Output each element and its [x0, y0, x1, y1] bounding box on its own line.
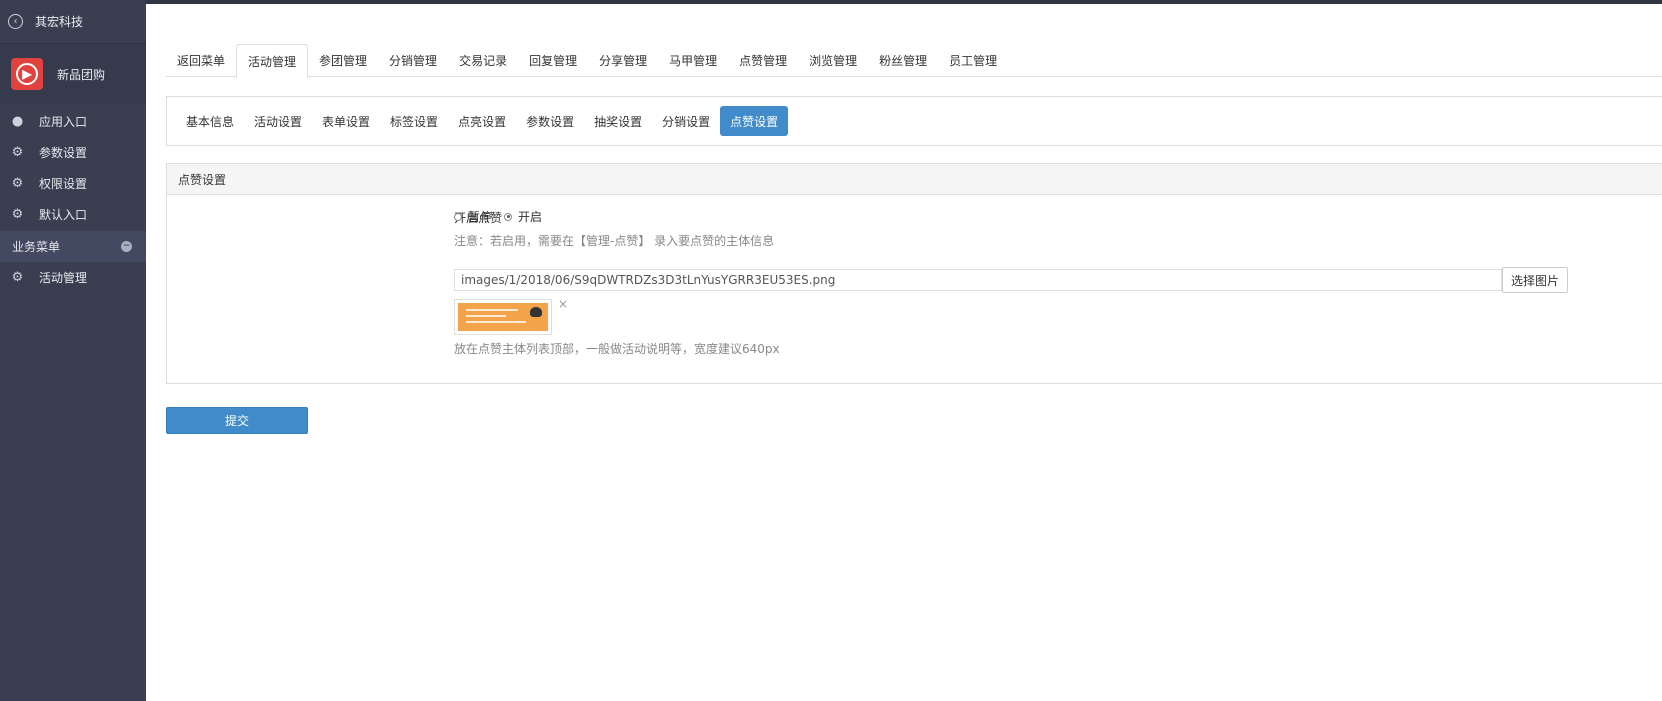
gear-icon: ⚙ [11, 145, 24, 160]
radio-enable[interactable] [504, 212, 513, 221]
like-settings-panel: 点赞设置 开启点赞 暂停 开启 注意：若启用，需要在【管理-点赞】 录入要点赞的… [166, 163, 1662, 384]
tab-back-menu[interactable]: 返回菜单 [166, 44, 236, 77]
tab-distribution-manage[interactable]: 分销管理 [378, 44, 448, 77]
sidebar-item-permissions[interactable]: ⚙ 权限设置 [0, 168, 146, 199]
sidebar-item-activity[interactable]: ⚙ 活动管理 [0, 262, 146, 293]
sidebar-item-label: 权限设置 [39, 177, 88, 191]
radio-pause-label[interactable]: 暂停 [468, 208, 492, 225]
collapse-toggle-icon[interactable]: − [121, 241, 132, 252]
remove-image-icon[interactable]: × [558, 297, 568, 311]
company-name: 其宏科技 [35, 15, 84, 29]
sidebar-header[interactable]: ‹ 其宏科技 [0, 0, 146, 44]
settings-subnav: 基本信息 活动设置 表单设置 标签设置 点亮设置 参数设置 抽奖设置 分销设置 … [166, 96, 1662, 146]
subnav-basic-info[interactable]: 基本信息 [176, 106, 244, 136]
main-content: 返回菜单 活动管理 参团管理 分销管理 交易记录 回复管理 分享管理 马甲管理 … [146, 4, 1662, 701]
sidebar-item-params[interactable]: ⚙ 参数设置 [0, 137, 146, 168]
panel-title: 点赞设置 [167, 164, 1662, 195]
tab-browse-manage[interactable]: 浏览管理 [798, 44, 868, 77]
gear-icon: ⚙ [11, 270, 24, 285]
thumbnail-image [458, 303, 548, 331]
subnav-tag-settings[interactable]: 标签设置 [380, 106, 448, 136]
subnav-light-settings[interactable]: 点亮设置 [448, 106, 516, 136]
tab-reply-manage[interactable]: 回复管理 [518, 44, 588, 77]
gear-icon: ⚙ [11, 176, 24, 191]
subnav-param-settings[interactable]: 参数设置 [516, 106, 584, 136]
like-toggle-help: 注意：若启用，需要在【管理-点赞】 录入要点赞的主体信息 [454, 234, 775, 248]
sidebar-section-business[interactable]: 业务菜单 − [0, 231, 146, 262]
sidebar-item-label: 应用入口 [39, 115, 88, 129]
radio-pause[interactable] [454, 212, 462, 221]
tab-transactions[interactable]: 交易记录 [448, 44, 518, 77]
tab-group-manage[interactable]: 参团管理 [308, 44, 378, 77]
subnav-distribution-settings[interactable]: 分销设置 [652, 106, 720, 136]
sidebar-item-label: 活动管理 [39, 271, 88, 285]
sidebar: ‹ 其宏科技 ▶ 新品团购 ● 应用入口 ⚙ 参数设置 ⚙ 权限设置 ⚙ 默认入… [0, 0, 146, 701]
gear-icon: ⚙ [11, 207, 24, 222]
tab-like-manage[interactable]: 点赞管理 [728, 44, 798, 77]
like-toggle-radios: 暂停 开启 [454, 208, 554, 225]
image-thumbnail [454, 299, 552, 335]
tab-share-manage[interactable]: 分享管理 [588, 44, 658, 77]
sidebar-item-app-entry[interactable]: ● 应用入口 [0, 106, 146, 137]
sidebar-item-label: 默认入口 [39, 208, 88, 222]
tab-fans-manage[interactable]: 粉丝管理 [868, 44, 938, 77]
app-info[interactable]: ▶ 新品团购 [0, 44, 146, 104]
top-tabs: 返回菜单 活动管理 参团管理 分销管理 交易记录 回复管理 分享管理 马甲管理 … [166, 44, 1662, 78]
sidebar-item-default-entry[interactable]: ⚙ 默认入口 [0, 199, 146, 230]
image-help: 放在点赞主体列表顶部，一般做活动说明等，宽度建议640px [454, 342, 780, 356]
image-path-input[interactable] [454, 269, 1502, 291]
back-arrow-icon[interactable]: ‹ [8, 14, 23, 29]
tab-vest-manage[interactable]: 马甲管理 [658, 44, 728, 77]
subnav-lottery-settings[interactable]: 抽奖设置 [584, 106, 652, 136]
radio-enable-label[interactable]: 开启 [518, 208, 542, 225]
app-logo-icon: ▶ [16, 63, 38, 85]
subnav-form-settings[interactable]: 表单设置 [312, 106, 380, 136]
tab-activity-manage[interactable]: 活动管理 [236, 44, 309, 78]
tab-staff-manage[interactable]: 员工管理 [938, 44, 1008, 77]
chat-icon: ● [11, 114, 24, 129]
app-name: 新品团购 [57, 67, 106, 82]
sidebar-section-label: 业务菜单 [12, 240, 61, 254]
subnav-activity-settings[interactable]: 活动设置 [244, 106, 312, 136]
image-input-group: 选择图片 [454, 267, 1569, 293]
submit-button[interactable]: 提交 [166, 407, 308, 434]
subnav-like-settings[interactable]: 点赞设置 [720, 106, 789, 136]
pick-image-button[interactable]: 选择图片 [1502, 267, 1569, 293]
sidebar-item-label: 参数设置 [39, 146, 88, 160]
app-logo: ▶ [11, 58, 43, 90]
sidebar-menu: ● 应用入口 ⚙ 参数设置 ⚙ 权限设置 ⚙ 默认入口 业务菜单 − ⚙ 活动管… [0, 104, 146, 293]
